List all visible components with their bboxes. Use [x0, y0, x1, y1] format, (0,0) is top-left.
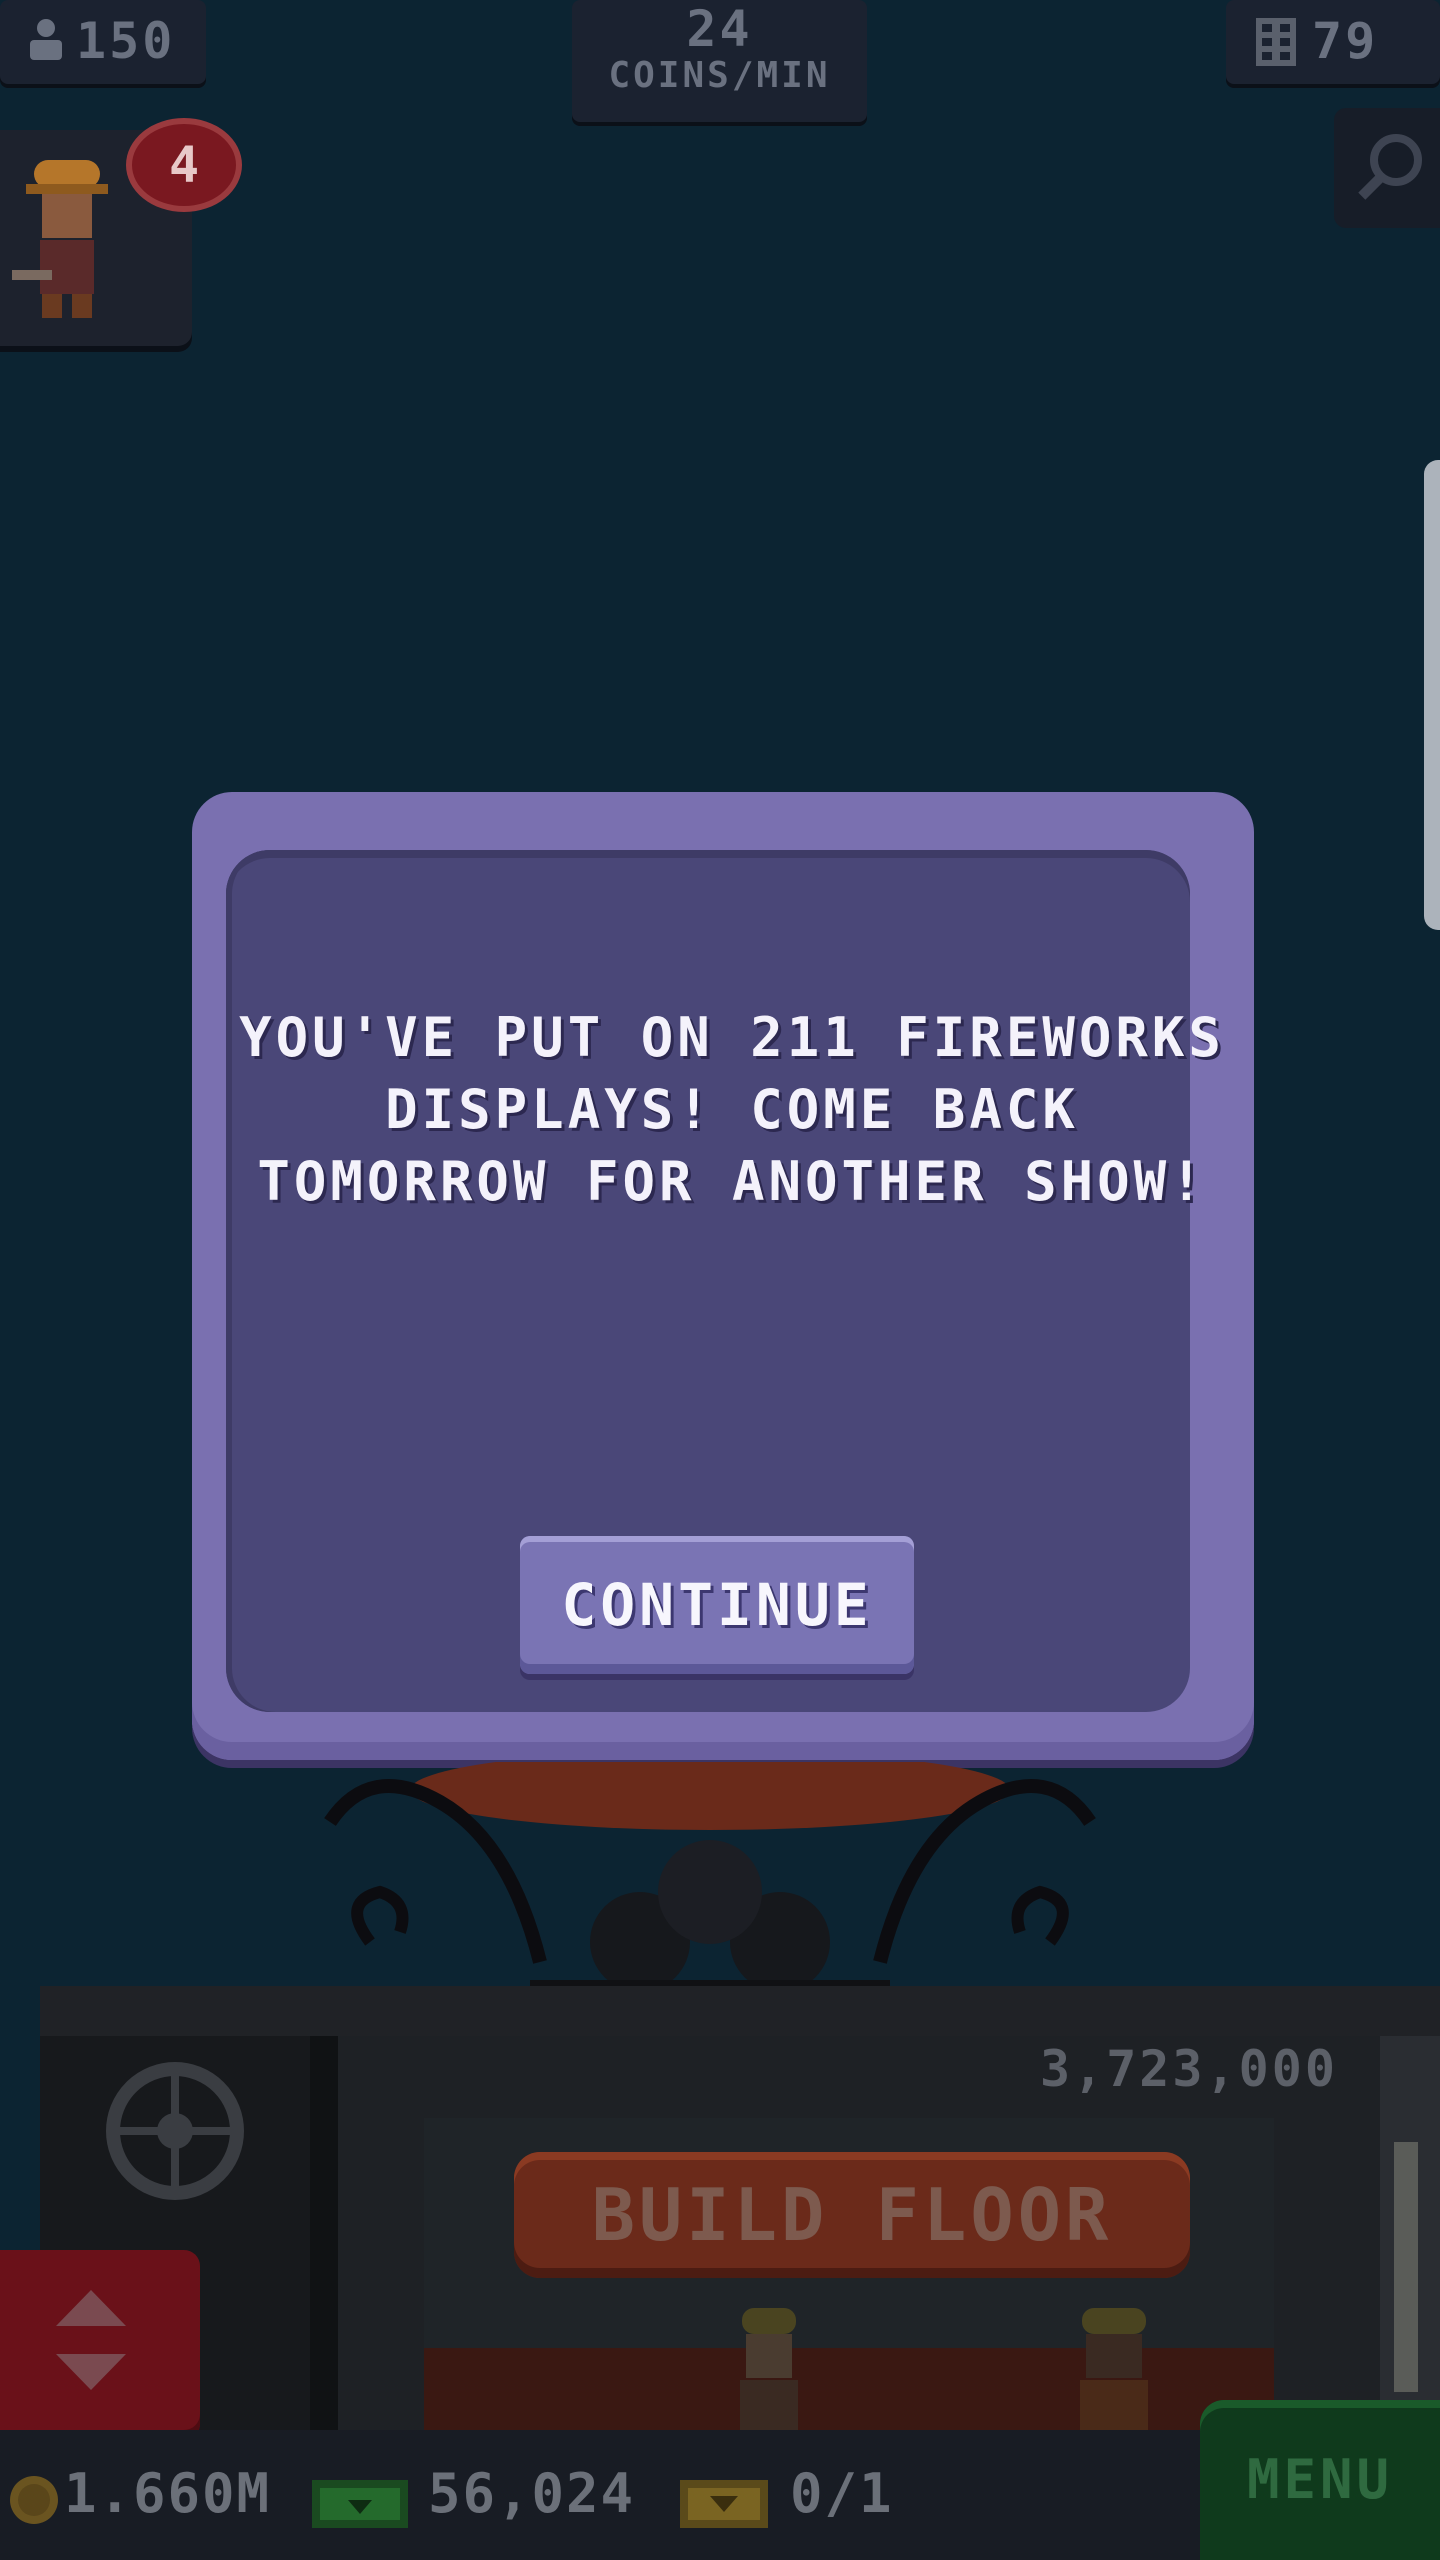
population-value: 150 — [76, 12, 176, 70]
building-icon — [1256, 18, 1296, 66]
elevator-button[interactable] — [0, 2250, 200, 2440]
continue-button[interactable]: CONTINUE — [520, 1536, 914, 1674]
menu-button[interactable]: MENU — [1200, 2400, 1440, 2560]
elevator-rail — [310, 2036, 338, 2466]
coins-value: 1.660M — [64, 2462, 272, 2525]
bux-icon — [312, 2480, 408, 2528]
worker-icon — [1080, 2308, 1148, 2438]
scroll-indicator — [1394, 2142, 1418, 2392]
coin-icon — [10, 2476, 58, 2524]
bux-value: 56,024 — [428, 2462, 636, 2525]
notification-badge: 4 — [126, 118, 242, 212]
tickets-value: 0/1 — [790, 2462, 894, 2525]
fireworks-cannon-stand — [324, 1762, 1096, 1992]
coins-per-min-label: COINS/MIN — [608, 55, 831, 96]
floors-value: 79 — [1312, 12, 1379, 70]
elevator-arrows-icon — [56, 2290, 126, 2390]
person-icon — [30, 19, 62, 60]
worker-icon — [12, 160, 108, 318]
worker-icon — [740, 2308, 798, 2438]
side-scroll-handle[interactable] — [1424, 460, 1440, 930]
build-floor-button[interactable]: BUILD FLOOR — [514, 2152, 1190, 2278]
right-shaft — [1380, 2036, 1440, 2456]
elevator-wheel-icon — [106, 2062, 244, 2200]
tower-roof — [40, 1986, 1440, 2042]
floor-counter[interactable]: 79 — [1226, 0, 1440, 84]
population-counter[interactable]: 150 — [0, 0, 206, 84]
search-icon — [1358, 134, 1422, 200]
dialog-message: YOU'VE PUT ON 211 FIREWORKS DISPLAYS! CO… — [239, 1006, 1225, 1213]
coins-per-minute: 24 COINS/MIN — [572, 0, 867, 122]
floor-cost: 3,723,000 — [1040, 2040, 1338, 2098]
coins-per-min-value: 24 — [686, 0, 753, 58]
search-button[interactable] — [1334, 108, 1440, 228]
ticket-icon — [680, 2480, 768, 2528]
fireworks-dialog: YOU'VE PUT ON 211 FIREWORKS DISPLAYS! CO… — [192, 792, 1254, 1760]
